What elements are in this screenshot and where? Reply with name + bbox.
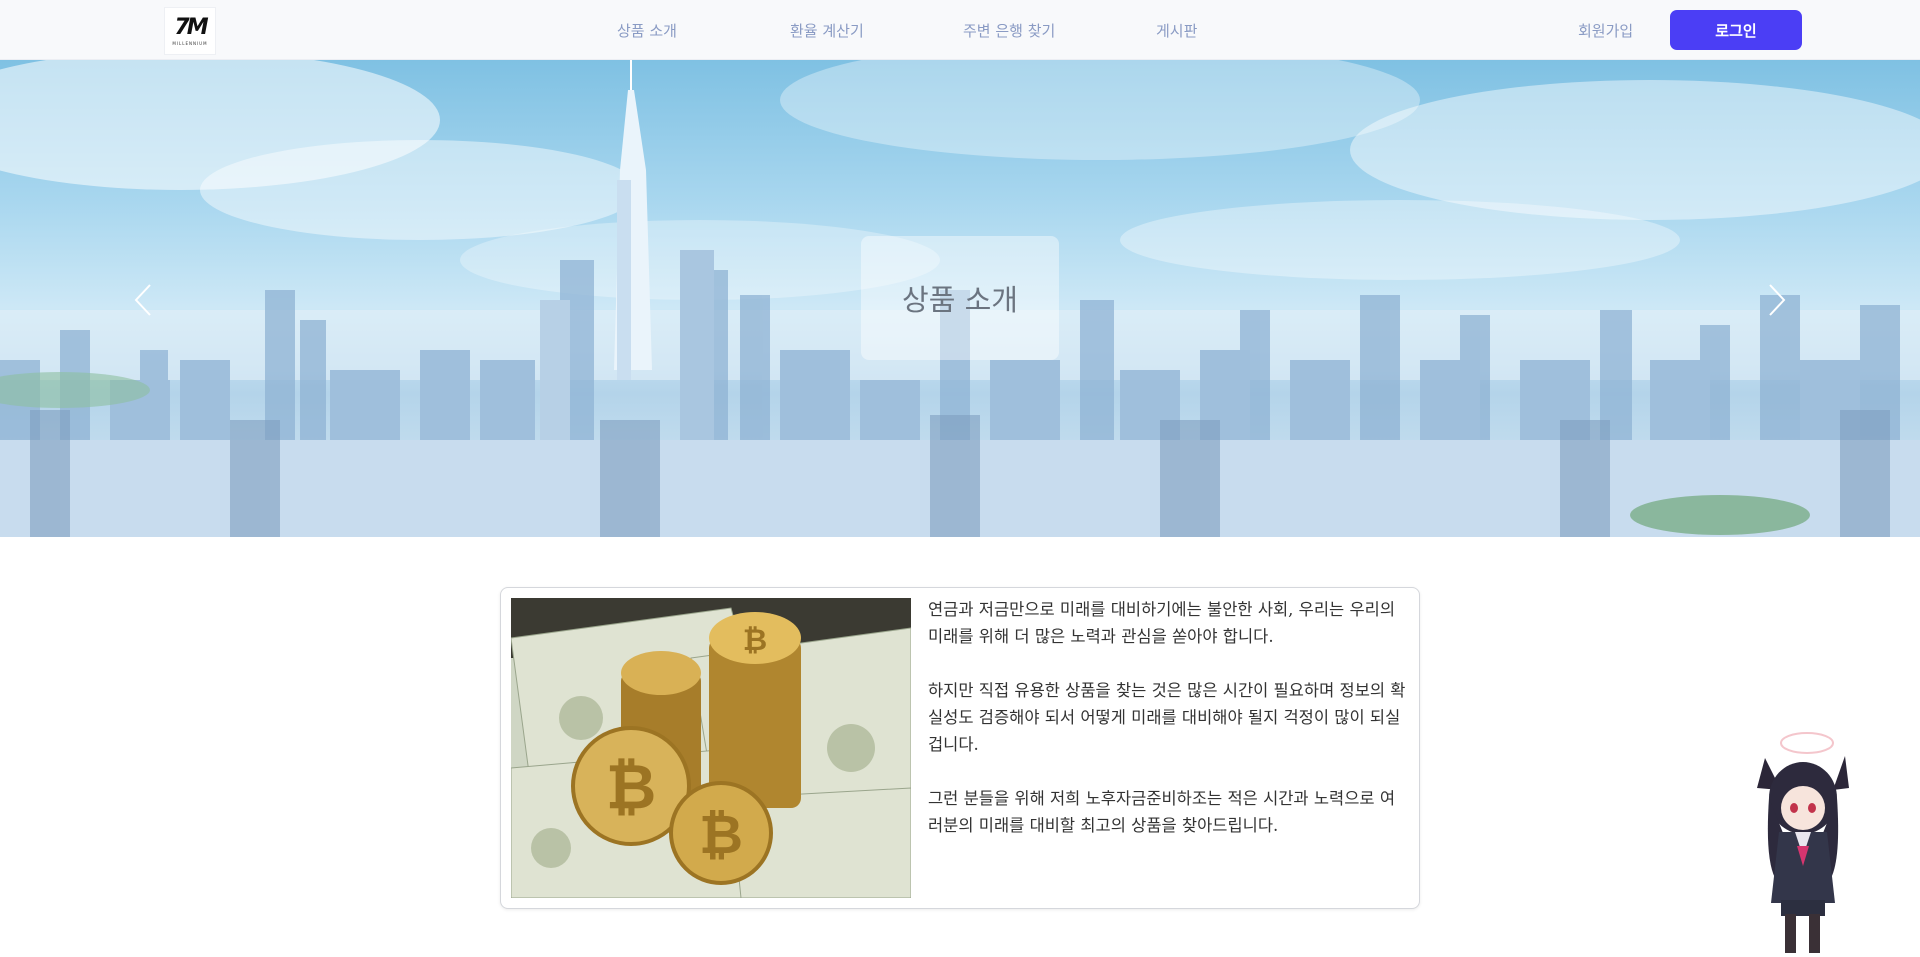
nav-link-exchange-calculator[interactable]: 환율 계산기 — [790, 0, 864, 60]
nav-link-board[interactable]: 게시판 — [1156, 0, 1197, 60]
chevron-left-icon — [134, 284, 151, 316]
intro-paragraph-3: 그런 분들을 위해 저희 노후자금준비하조는 적은 시간과 노력으로 여러분의 … — [928, 789, 1395, 835]
nav-link-products[interactable]: 상품 소개 — [617, 0, 677, 60]
svg-text:₿: ₿ — [699, 803, 743, 866]
intro-card: ₿ ₿ ₿ 연금과 저금만으로 미래를 대비하기에는 불안한 사회, 우리는 우… — [500, 587, 1420, 909]
logo-mark: 7M — [174, 14, 208, 40]
logo[interactable]: 7M MILLENNIUM — [164, 7, 216, 55]
chevron-right-icon — [1769, 284, 1786, 316]
intro-paragraph-2: 하지만 직접 유용한 상품을 찾는 것은 많은 시간이 필요하며 정보의 확실성… — [928, 681, 1406, 754]
hero-caption: 상품 소개 — [861, 236, 1059, 360]
nav-link-find-bank[interactable]: 주변 은행 찾기 — [963, 0, 1055, 60]
login-button[interactable]: 로그인 — [1670, 10, 1802, 50]
signup-link[interactable]: 회원가입 — [1578, 0, 1633, 60]
intro-text: 연금과 저금만으로 미래를 대비하기에는 불안한 사회, 우리는 우리의 미래를… — [928, 596, 1406, 866]
svg-text:₿: ₿ — [606, 750, 657, 823]
top-navbar: 7M MILLENNIUM 상품 소개 환율 계산기 주변 은행 찾기 게시판 … — [0, 0, 1920, 60]
cat-ear-girl-mascot[interactable] — [1745, 728, 1855, 953]
carousel-next-button[interactable] — [1762, 280, 1792, 320]
carousel-prev-button[interactable] — [128, 280, 158, 320]
logo-subtitle: MILLENNIUM — [172, 40, 208, 46]
svg-text:₿: ₿ — [743, 623, 767, 658]
intro-paragraph-1: 연금과 저금만으로 미래를 대비하기에는 불안한 사회, 우리는 우리의 미래를… — [928, 600, 1395, 646]
hero-carousel: 상품 소개 — [0, 60, 1920, 537]
bitcoin-and-dollars-photo: ₿ ₿ ₿ — [511, 598, 911, 898]
